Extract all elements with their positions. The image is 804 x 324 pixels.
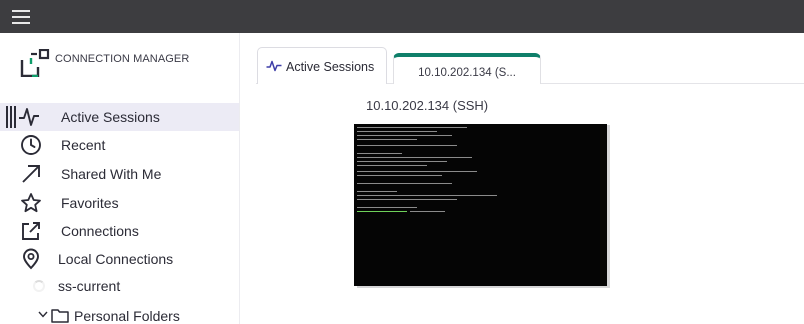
terminal-screen[interactable] [354,124,607,286]
sidebar-item-label: Active Sessions [61,109,160,125]
activity-pulse-icon [19,108,39,126]
arrow-up-right-icon [22,165,40,183]
sidebar: CONNECTION MANAGER Active Sessions Recen… [0,33,240,324]
brand-name: CONNECTION MANAGER [55,53,190,65]
sidebar-item-current-vault[interactable]: ss-current [0,274,239,298]
sidebar-item-label: Local Connections [58,251,174,267]
hamburger-menu-icon[interactable] [12,10,30,24]
sidebar-item-label: Favorites [61,195,119,211]
top-bar [0,0,804,33]
star-icon [21,193,41,213]
clock-icon [21,135,41,155]
main-content: Active Sessions 10.10.202.134 (S... 10.1… [240,33,804,324]
sidebar-item-favorites[interactable]: Favorites [0,189,239,217]
tab-ssh-session[interactable]: 10.10.202.134 (S... [393,53,541,84]
sidebar-item-label: ss-current [58,278,121,294]
sidebar-item-label: Recent [61,137,106,153]
tab-label: 10.10.202.134 (S... [418,67,516,79]
active-indicator [6,106,18,128]
location-pin-icon [23,248,39,270]
sidebar-item-local-connections[interactable]: Local Connections [0,245,239,273]
sidebar-item-shared-with-me[interactable]: Shared With Me [0,160,239,188]
sidebar-item-active-sessions[interactable]: Active Sessions [0,103,239,131]
sidebar-item-recent[interactable]: Recent [0,131,239,159]
connection-manager-logo-icon [20,49,50,77]
sidebar-item-label: Connections [61,223,139,239]
folder-icon [51,309,69,323]
sidebar-item-label: Shared With Me [61,166,162,182]
tab-label: Active Sessions [286,60,375,74]
sidebar-item-connections[interactable]: Connections [0,217,239,245]
session-title: 10.10.202.134 (SSH) [366,98,489,113]
activity-pulse-icon [266,60,282,72]
tree-item-label: Personal Folders [74,308,180,324]
tab-active-sessions[interactable]: Active Sessions [257,47,387,84]
external-link-icon [22,222,40,240]
chevron-down-icon[interactable] [38,311,48,318]
